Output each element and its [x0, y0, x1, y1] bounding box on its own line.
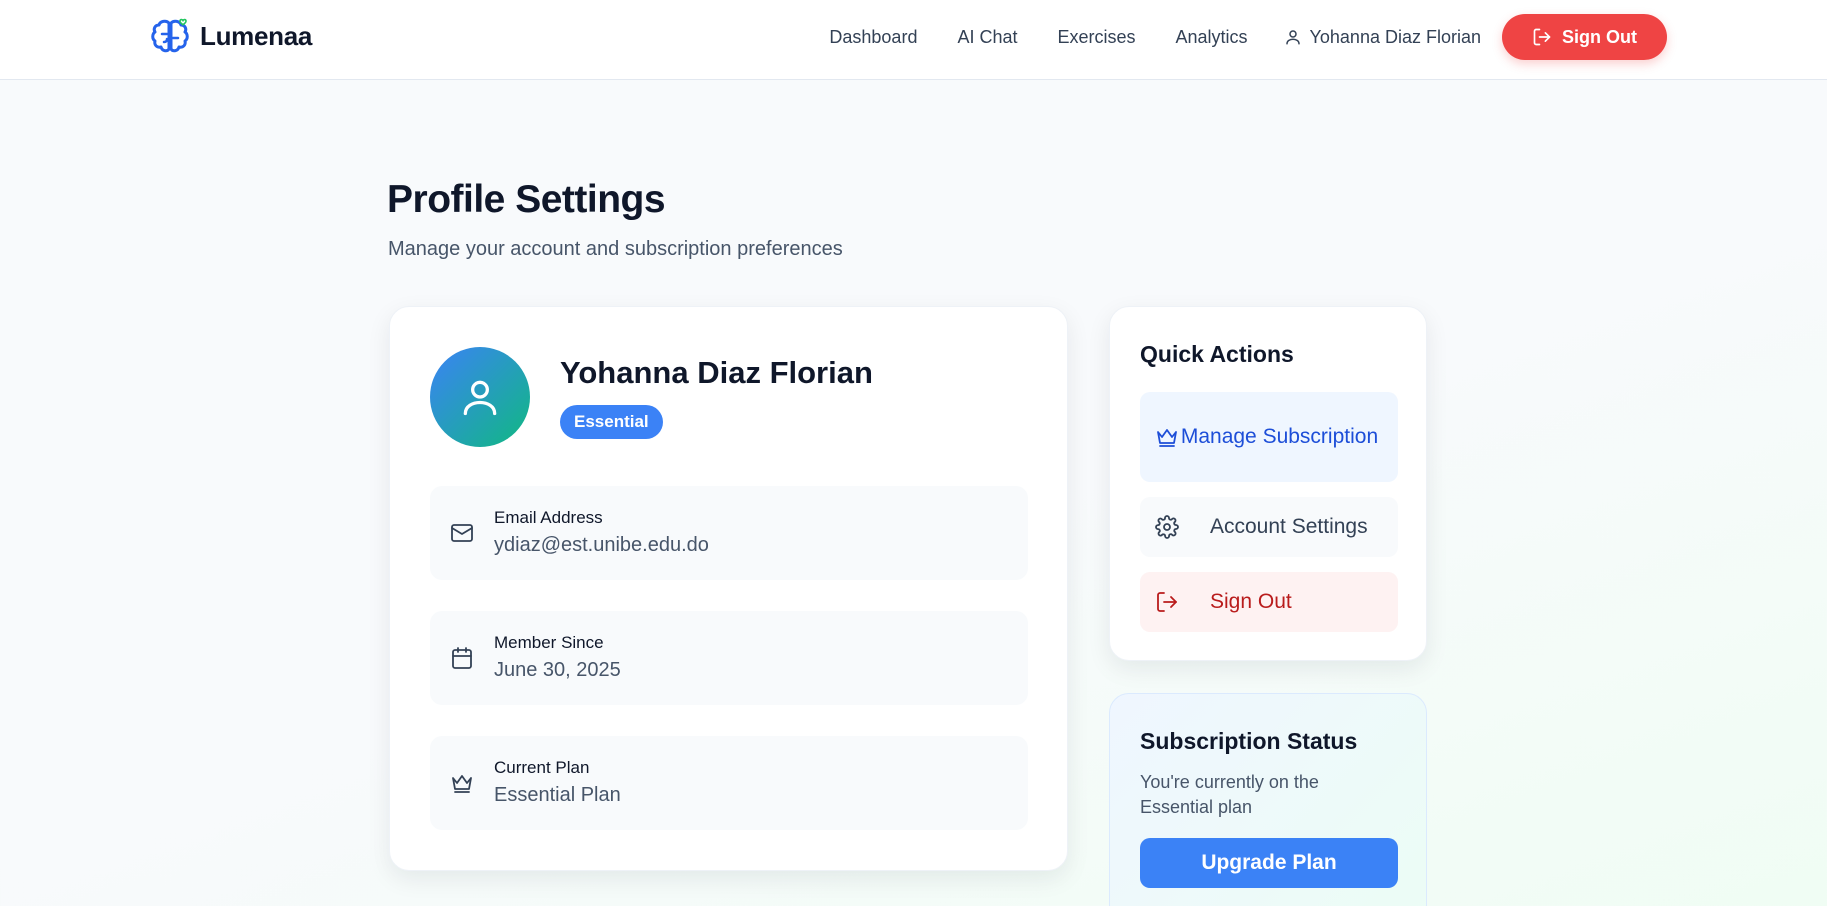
crown-icon [1157, 429, 1177, 447]
quick-actions-card: Quick Actions Manage Subscription Accoun… [1109, 306, 1427, 661]
brand-name: Lumenaa [200, 20, 313, 51]
nav-link-exercises[interactable]: Exercises [1057, 27, 1135, 48]
email-label: Email Address [494, 508, 603, 527]
account-settings-label: Account Settings [1210, 515, 1368, 538]
brain-heart-icon [151, 18, 189, 53]
sign-out-label: Sign Out [1210, 590, 1292, 613]
current-plan-row: Current Plan Essential Plan [430, 736, 1028, 830]
sign-out-icon [1157, 592, 1177, 612]
nav-link-analytics[interactable]: Analytics [1176, 27, 1248, 48]
email-value: ydiaz@est.unibe.edu.do [494, 534, 709, 556]
user-icon [463, 380, 497, 416]
sign-out-icon [1533, 28, 1551, 46]
upgrade-plan-button[interactable]: Upgrade Plan [1140, 838, 1398, 888]
member-since-label: Member Since [494, 633, 604, 652]
subscription-status-text: You're currently on the Essential plan [1140, 772, 1319, 817]
email-row: Email Address ydiaz@est.unibe.edu.do [430, 486, 1028, 580]
member-since-value: June 30, 2025 [494, 659, 621, 681]
current-plan-label: Current Plan [494, 758, 590, 777]
plan-badge: Essential [560, 405, 663, 439]
nav-signout-label: Sign Out [1562, 26, 1637, 47]
nav-link-dashboard[interactable]: Dashboard [829, 27, 917, 48]
user-icon [1285, 30, 1300, 45]
page-title: Profile Settings [387, 178, 666, 221]
top-navbar: Lumenaa Dashboard AI Chat Exercises Anal… [0, 0, 1827, 80]
nav-signout-button[interactable]: Sign Out [1502, 14, 1667, 60]
profile-card: Yohanna Diaz Florian Essential Email Add… [389, 306, 1068, 871]
page-subtitle: Manage your account and subscription pre… [388, 238, 843, 260]
gear-icon [1155, 515, 1179, 539]
manage-subscription-label: Manage Subscription [1180, 425, 1379, 448]
manage-subscription-button[interactable]: Manage Subscription [1140, 392, 1398, 482]
avatar [430, 347, 530, 447]
member-since-row: Member Since June 30, 2025 [430, 611, 1028, 705]
calendar-icon [452, 647, 472, 669]
profile-name: Yohanna Diaz Florian [560, 355, 873, 390]
subscription-status-title: Subscription Status [1140, 728, 1358, 754]
nav-user[interactable]: Yohanna Diaz Florian [1284, 27, 1481, 48]
brand[interactable]: Lumenaa [148, 14, 312, 58]
sign-out-button[interactable]: Sign Out [1140, 572, 1398, 632]
mail-icon [451, 524, 473, 542]
main-nav: Dashboard AI Chat Exercises Analytics Yo… [829, 14, 1667, 60]
current-plan-value: Essential Plan [494, 784, 621, 806]
subscription-status-card: Subscription Status You're currently on … [1109, 693, 1427, 906]
crown-icon [452, 775, 472, 793]
quick-actions-title: Quick Actions [1140, 341, 1294, 367]
account-settings-button[interactable]: Account Settings [1140, 497, 1398, 557]
nav-user-name: Yohanna Diaz Florian [1309, 26, 1481, 47]
nav-link-ai-chat[interactable]: AI Chat [957, 27, 1017, 48]
